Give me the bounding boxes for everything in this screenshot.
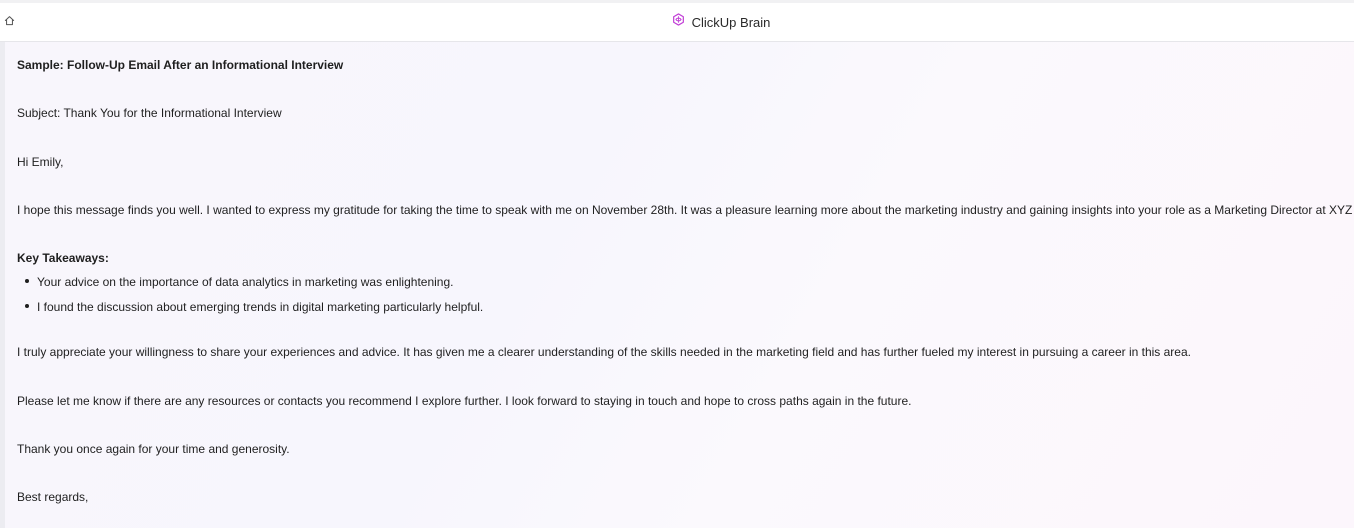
response-content: Sample: Follow-Up Email After an Informa… — [0, 42, 1354, 528]
thanks-paragraph: Thank you once again for your time and g… — [17, 442, 290, 456]
email-greeting: Hi Emily, — [17, 155, 64, 169]
bullet-icon — [25, 279, 29, 283]
email-closing: Best regards, — [17, 490, 89, 504]
clickup-brain-icon — [672, 13, 685, 31]
app-title: ClickUp Brain — [691, 14, 771, 30]
takeaway-text: Your advice on the importance of data an… — [37, 275, 454, 289]
appreciation-paragraph: I truly appreciate your willingness to s… — [17, 345, 1191, 359]
header-bar: ClickUp Brain — [0, 3, 1354, 42]
email-subject: Subject: Thank You for the Informational… — [17, 106, 282, 120]
clickup-brain-window: ClickUp Brain Sample: Follow-Up Email Af… — [0, 0, 1354, 528]
takeaway-text: I found the discussion about emerging tr… — [37, 300, 484, 314]
brand: ClickUp Brain — [672, 13, 771, 31]
bullet-icon — [25, 304, 29, 308]
home-button[interactable] — [2, 15, 16, 29]
home-icon — [4, 13, 15, 31]
email-intro-paragraph: I hope this message finds you well. I wa… — [17, 203, 1354, 217]
request-paragraph: Please let me know if there are any reso… — [17, 394, 912, 408]
sample-title: Sample: Follow-Up Email After an Informa… — [17, 58, 344, 72]
takeaways-heading: Key Takeaways: — [17, 251, 109, 265]
